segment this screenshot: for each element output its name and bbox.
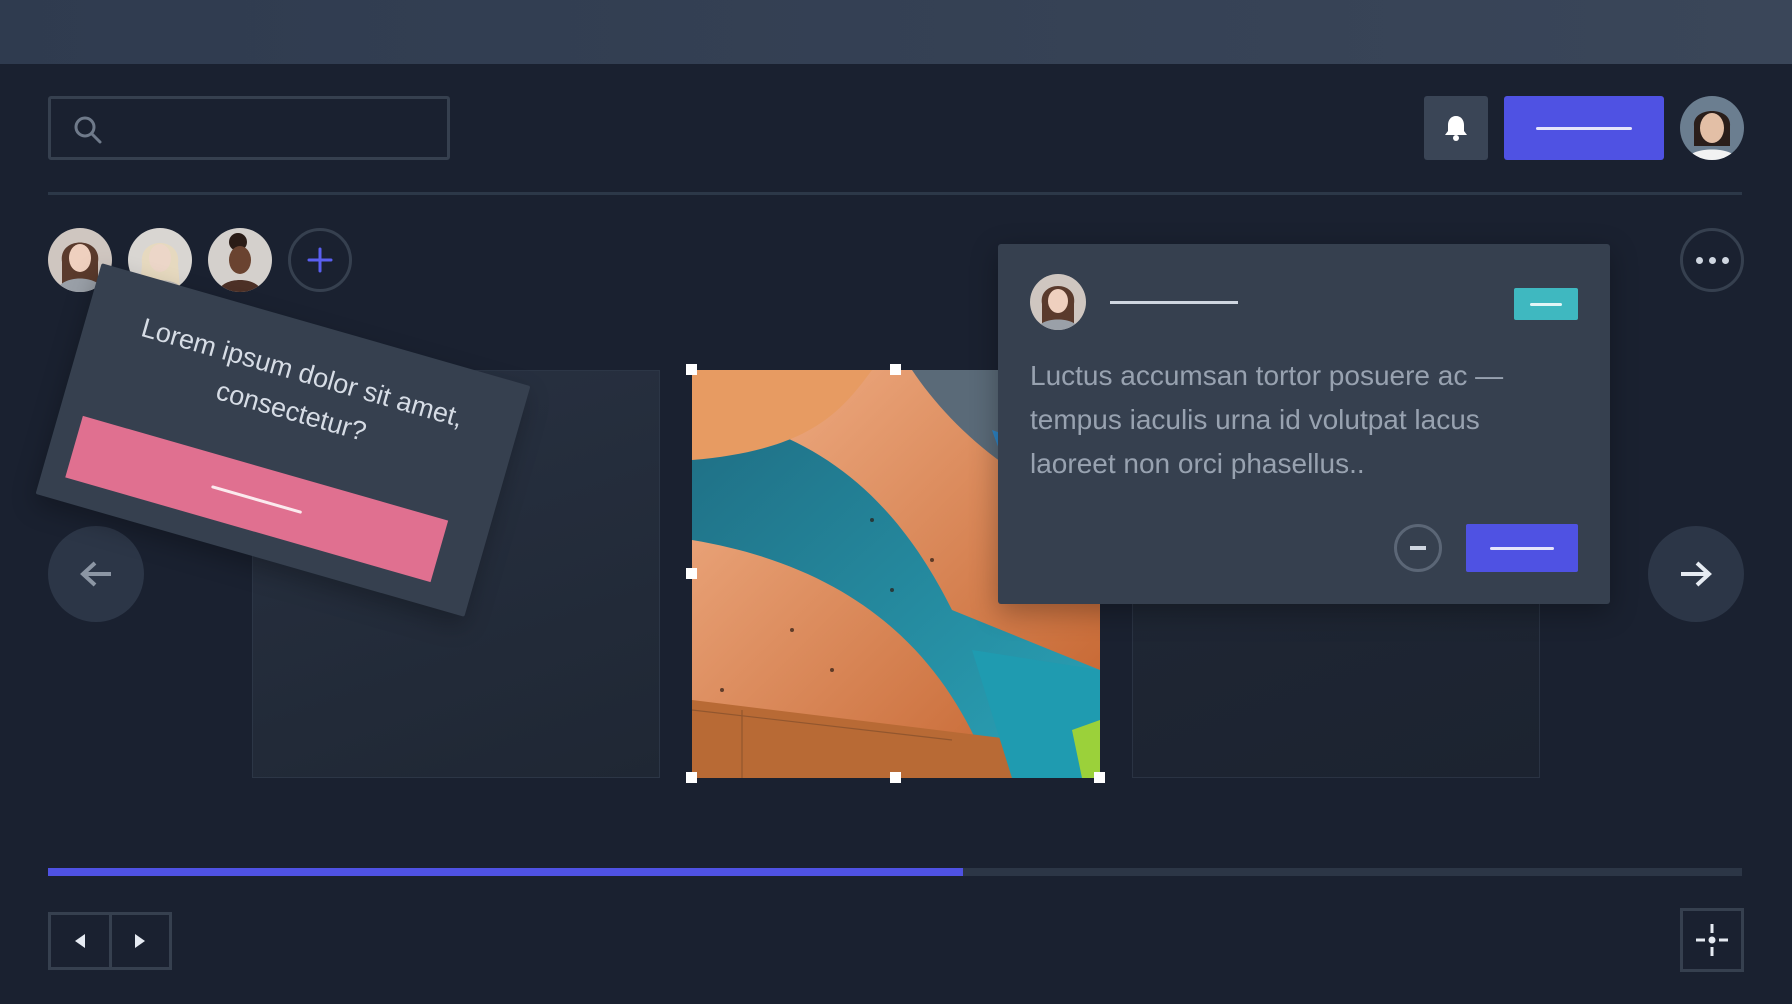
user-avatar-image [1680, 96, 1744, 160]
notifications-button[interactable] [1424, 96, 1488, 160]
user-avatar[interactable] [1680, 96, 1744, 160]
button-label-placeholder [1536, 126, 1632, 130]
more-horizontal-icon [1695, 256, 1703, 264]
resize-handle[interactable] [890, 772, 901, 783]
confirm-button[interactable] [1466, 524, 1578, 572]
primary-action-button[interactable] [1504, 96, 1664, 160]
resize-handle[interactable] [686, 772, 697, 783]
progress-bar[interactable] [48, 868, 1742, 876]
crosshair-button[interactable] [1680, 908, 1744, 972]
more-dot [1721, 256, 1729, 264]
comment-text: Luctus accumsan tortor posuere ac — temp… [1030, 360, 1504, 479]
resize-handle[interactable] [686, 568, 697, 579]
more-dot [1708, 256, 1716, 264]
dismiss-button[interactable] [1394, 524, 1442, 572]
resize-handle[interactable] [890, 364, 901, 375]
search-icon [74, 116, 102, 144]
author-name-placeholder [1110, 301, 1238, 304]
arrow-right-icon [1681, 561, 1712, 587]
more-options-button[interactable] [1680, 228, 1744, 292]
progress-fill [48, 868, 963, 876]
triangle-right-icon [135, 934, 146, 948]
title-bar [0, 0, 1792, 64]
bell-icon [1445, 116, 1467, 141]
header-divider [48, 192, 1742, 195]
avatar-image [1030, 274, 1086, 330]
carousel-prev-button[interactable] [48, 526, 144, 622]
pager-control [48, 912, 172, 970]
popover-avatar[interactable] [1030, 274, 1086, 330]
comment-popover: Luctus accumsan tortor posuere ac — temp… [998, 244, 1610, 604]
tag-label-placeholder [1530, 302, 1562, 306]
avatar-image [208, 228, 272, 292]
collaborator-avatar[interactable] [208, 228, 272, 292]
add-collaborator-button[interactable] [288, 228, 352, 292]
pager-next-button[interactable] [108, 915, 170, 967]
button-label-placeholder [1490, 546, 1554, 550]
plus-icon [307, 247, 333, 273]
pager-prev-button[interactable] [51, 915, 109, 967]
app-window: Lorem ipsum dolor sit amet, consectetur?… [0, 0, 1792, 1004]
button-label-placeholder [211, 484, 303, 514]
status-tag [1514, 288, 1578, 320]
triangle-left-icon [74, 934, 85, 948]
crosshair-icon [1696, 924, 1728, 956]
search-input[interactable] [48, 96, 450, 160]
carousel-next-button[interactable] [1648, 526, 1744, 622]
resize-handle[interactable] [1094, 772, 1105, 783]
resize-handle[interactable] [686, 364, 697, 375]
arrow-left-icon [80, 561, 111, 587]
minus-icon [1410, 546, 1426, 550]
